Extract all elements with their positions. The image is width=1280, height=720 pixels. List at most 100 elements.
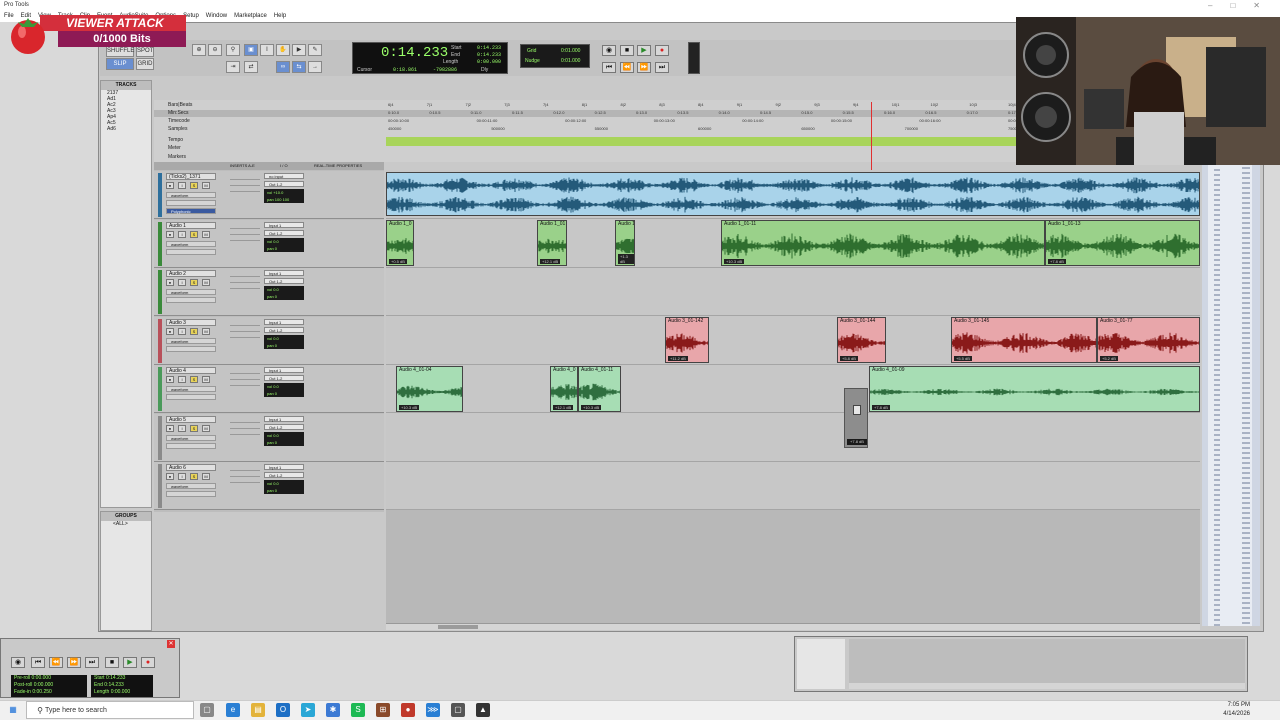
telegram-icon[interactable]: ➤ <box>301 703 315 717</box>
track-volume[interactable]: vol 0.0 <box>267 432 304 439</box>
track-input-selector[interactable]: Input 1 <box>264 270 304 276</box>
record-button[interactable]: ● <box>655 45 669 56</box>
zoomer-tool-icon[interactable]: ⚲ <box>226 44 240 56</box>
link-timeline-icon[interactable]: ⇆ <box>292 61 306 73</box>
fadein-value[interactable]: 0:00.250 <box>32 689 51 695</box>
solo-button[interactable]: S <box>190 376 198 383</box>
insert-slot[interactable] <box>230 181 260 186</box>
clip-gain-value[interactable]: +10.3 dB <box>399 405 420 410</box>
clip-gain-value[interactable]: +10.3 dB <box>581 405 602 410</box>
minimize-icon[interactable]: – <box>1208 0 1212 11</box>
menu-help[interactable]: Help <box>274 11 286 22</box>
track-header[interactable]: Audio 5 ● I S Mwaveform Input 1 Out 1-2 vol 0.0… <box>154 413 384 462</box>
track-vol-pan-display[interactable]: vol 0.0 pan 0 <box>264 480 304 494</box>
track-input-selector[interactable]: Input 1 <box>264 367 304 373</box>
record-arm-button[interactable]: ● <box>166 182 174 189</box>
mute-button[interactable]: M <box>202 279 210 286</box>
insert-slot[interactable] <box>230 327 260 332</box>
task-view-icon[interactable]: ▢ <box>200 703 214 717</box>
solo-button[interactable]: S <box>190 279 198 286</box>
audio-clip[interactable]: Audio 4_01-04 +10.3 dB <box>396 366 463 412</box>
system-clock[interactable]: 7:05 PM 4/14/2026 <box>1223 701 1250 719</box>
track-volume[interactable]: vol 0.0 <box>267 335 304 342</box>
track-pan[interactable]: pan 0 <box>267 342 304 349</box>
pro-tools-icon[interactable]: ▲ <box>476 703 490 717</box>
input-monitor-button[interactable]: I <box>178 473 186 480</box>
track-vol-pan-display[interactable]: vol +10.0 pan 100 100 <box>264 189 304 203</box>
rewind-to-start-button[interactable]: ⏮ <box>602 62 616 73</box>
input-monitor-button[interactable]: I <box>178 376 186 383</box>
track-volume[interactable]: vol +10.0 <box>267 189 304 196</box>
insert-slot[interactable] <box>230 236 260 241</box>
meter-ruler[interactable]: Meter <box>154 145 1016 152</box>
rewind-button[interactable]: ⏪ <box>620 62 634 73</box>
track-name[interactable]: Audio 5 <box>166 415 216 423</box>
track-input-selector[interactable]: Input 1 <box>264 221 304 228</box>
track-pan[interactable]: pan 100 100 <box>267 196 304 203</box>
zoom-out-icon[interactable]: ⊖ <box>208 44 222 56</box>
end-value[interactable]: 0:14.233 <box>477 52 501 58</box>
record-arm-button[interactable]: ● <box>166 327 174 335</box>
insert-slot[interactable] <box>230 424 260 429</box>
mute-button[interactable]: M <box>202 182 210 189</box>
track-playlist-selector[interactable] <box>166 394 216 400</box>
online-button[interactable]: ◉ <box>602 45 616 56</box>
grid-value[interactable]: 0:01.000 <box>561 48 580 54</box>
track-vol-pan-display[interactable]: vol 0.0 pan 0 <box>264 431 304 446</box>
windows-start-icon[interactable]: ▦ <box>6 703 20 717</box>
mute-button[interactable]: M <box>202 230 210 238</box>
insert-slot[interactable] <box>230 472 260 477</box>
track-view-selector[interactable]: waveform <box>166 434 216 441</box>
audio-clip[interactable]: Audio 1_01 +12.1 dB <box>537 220 567 266</box>
pencil-tool-icon[interactable]: ✎ <box>308 44 322 56</box>
record-arm-button[interactable]: ● <box>166 424 174 432</box>
track-output-selector[interactable]: Out 1-2 <box>264 375 304 381</box>
insert-slot[interactable] <box>230 369 260 374</box>
horizontal-scrollbar[interactable] <box>386 623 1200 630</box>
audio-clip[interactable]: Audio 1_0 +0.5 dB <box>386 220 414 266</box>
track-name[interactable]: Audio 1 <box>166 221 216 229</box>
track-view-selector[interactable]: waveform <box>166 386 216 392</box>
play-button[interactable]: ▶ <box>637 45 651 56</box>
length-value[interactable]: 0:00.000 <box>477 59 501 65</box>
fast-forward-button[interactable]: ⏩ <box>67 657 81 668</box>
mute-button[interactable]: M <box>202 327 210 335</box>
clip-gain-value[interactable]: +12.1 dB <box>553 405 574 410</box>
track-vol-pan-display[interactable]: vol 0.0 pan 0 <box>264 334 304 349</box>
track-lane[interactable] <box>386 414 1200 462</box>
insertion-follows-icon[interactable]: → <box>308 61 322 73</box>
track-header[interactable]: Audio 6 ● I S Mwaveform Input 1 Out 1-2 vol 0.0… <box>154 462 384 510</box>
mirror-edit-icon[interactable]: ⇄ <box>244 61 258 73</box>
markers-ruler[interactable]: Markers <box>154 154 1016 161</box>
audio-clip[interactable]: Audio 1 +1.3 dB <box>615 220 635 266</box>
postroll-value[interactable]: 0:00.000 <box>34 682 53 688</box>
nudge-value[interactable]: 0:01.000 <box>561 58 580 64</box>
edge-browser-icon[interactable]: e <box>226 703 240 717</box>
clip-gain-value[interactable]: +5.8 dB <box>840 356 858 361</box>
t-end-value[interactable]: 0:14.233 <box>104 682 123 688</box>
zoom-in-icon[interactable]: ⊕ <box>192 44 206 56</box>
t-start-value[interactable]: 0:14.233 <box>106 675 125 681</box>
file-explorer-icon[interactable]: ▤ <box>251 703 265 717</box>
secondary-window-scrollbar[interactable] <box>849 683 1245 689</box>
track-output-selector[interactable]: Out 1-2 <box>264 278 304 284</box>
track-elastic-mode[interactable]: Polyphonic <box>166 208 216 214</box>
clip-gain-value[interactable]: +5.2 dB <box>1100 356 1118 361</box>
track-playlist-selector[interactable] <box>166 297 216 303</box>
spotify-icon[interactable]: S <box>351 703 365 717</box>
trim-tool-icon[interactable]: ▣ <box>244 44 258 56</box>
track-header[interactable]: Audio 1 ● I S Mwaveform Input 1 Out 1-2 vol 0.0… <box>154 219 384 268</box>
track-lane[interactable] <box>386 462 1200 510</box>
track-header[interactable]: Audio 2 ● I S Mwaveform Input 1 Out 1-2 vol 0.0… <box>154 268 384 316</box>
track-lane[interactable] <box>386 268 1200 316</box>
track-header[interactable]: Audio 4 ● I S Mwaveform Input 1 Out 1-2 vol 0.0… <box>154 365 384 413</box>
window-app-icon[interactable]: ▢ <box>451 703 465 717</box>
close-icon[interactable]: ✕ <box>1253 0 1260 11</box>
track-playlist-selector[interactable] <box>166 491 216 497</box>
solo-button[interactable]: S <box>190 327 198 335</box>
track-input-selector[interactable]: Input 1 <box>264 318 304 325</box>
solo-button[interactable]: S <box>190 230 198 238</box>
insert-slot[interactable] <box>230 333 260 338</box>
insert-slot[interactable] <box>230 375 260 380</box>
insert-slot[interactable] <box>230 284 260 289</box>
